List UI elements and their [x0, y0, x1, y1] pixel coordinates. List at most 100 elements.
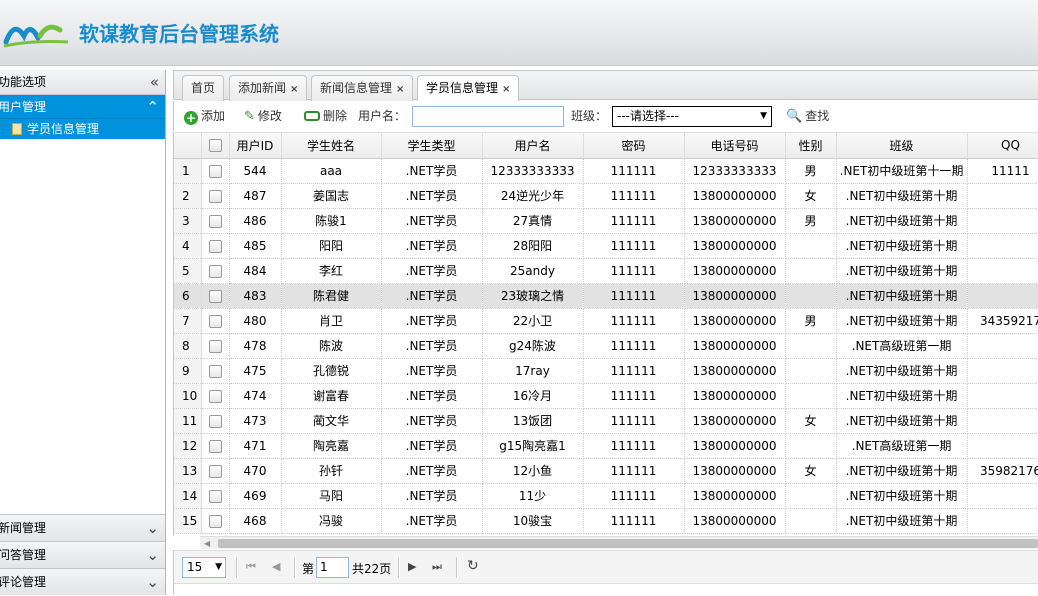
column-header[interactable]: 用户名 [482, 133, 584, 159]
close-icon[interactable]: × [502, 84, 510, 95]
username-input[interactable] [412, 106, 564, 127]
column-header[interactable]: 用户ID [229, 133, 282, 159]
column-header[interactable]: 班级 [836, 133, 968, 159]
row-checkbox[interactable] [208, 439, 222, 453]
page-number-input[interactable]: 1 [316, 557, 349, 578]
column-header[interactable]: 学生类型 [381, 133, 483, 159]
table-row[interactable]: 14 469 马阳 .NET学员 11少 111111 13800000000 .NET初中级… [174, 483, 1038, 509]
table-row[interactable]: 10 474 谢富春 .NET学员 16冷月 111111 13800000000 .NET初… [174, 383, 1038, 409]
table-row[interactable]: 4 485 阳阳 .NET学员 28阳阳 111111 13800000000 .NET初中级… [174, 233, 1038, 259]
delete-button[interactable]: 删除 [304, 107, 347, 125]
table-row[interactable]: 12 471 陶亮嘉 .NET学员 g15陶亮嘉1 111111 13800000000 .N… [174, 433, 1038, 459]
row-select-cell[interactable] [201, 508, 230, 534]
row-checkbox[interactable] [208, 314, 222, 328]
row-select-cell[interactable] [201, 208, 230, 234]
row-checkbox[interactable] [208, 239, 222, 253]
first-page-icon[interactable]: ⏮ [246, 560, 256, 574]
table-cell: 13800000000 [684, 208, 786, 234]
expand-down-icon[interactable]: ⌄ [146, 542, 159, 569]
table-row[interactable]: 9 475 孔德锐 .NET学员 17ray 111111 13800000000 .NET初… [174, 358, 1038, 384]
table-cell: 111111 [583, 383, 685, 409]
tab-home[interactable]: 首页 [182, 75, 225, 101]
table-cell: .NET初中级班第十一期 [836, 158, 968, 184]
row-checkbox[interactable] [208, 414, 222, 428]
table-row[interactable]: 6 483 陈君健 .NET学员 23玻璃之情 111111 13800000000 .NET… [174, 283, 1038, 309]
prev-page-icon[interactable]: ◀ [272, 560, 280, 573]
table-row[interactable]: 13 470 孙钎 .NET学员 12小鱼 111111 13800000000 女 .NET初… [174, 458, 1038, 484]
refresh-icon[interactable]: ↻ [467, 558, 479, 574]
close-icon[interactable]: × [290, 84, 298, 95]
tab-add-news[interactable]: 添加新闻 × [229, 75, 308, 101]
footer-strip [173, 583, 1038, 595]
table-row[interactable]: 5 484 李红 .NET学员 25andy 111111 13800000000 .NET初… [174, 258, 1038, 284]
table-row[interactable]: 15 468 冯骏 .NET学员 10骏宝 111111 13800000000 .NET初中… [174, 508, 1038, 534]
row-number: 1 [174, 158, 202, 184]
row-checkbox[interactable] [208, 164, 222, 178]
sidebar-group-qa[interactable]: 问答管理 ⌄ [0, 541, 165, 568]
row-select-cell[interactable] [201, 433, 230, 459]
column-header[interactable]: 电话号码 [684, 133, 786, 159]
close-icon[interactable]: × [396, 84, 404, 95]
table-row[interactable]: 7 480 肖卫 .NET学员 22小卫 111111 13800000000 男 .NET初中… [174, 308, 1038, 334]
last-page-icon[interactable]: ⏭ [432, 560, 442, 574]
row-select-cell[interactable] [201, 283, 230, 309]
sidebar-header: 功能选项 « [0, 70, 165, 95]
add-button[interactable]: + 添加 [184, 107, 225, 125]
scroll-left-icon[interactable]: ◀ [204, 537, 210, 550]
select-all-header[interactable] [201, 133, 230, 159]
sidebar-group-user[interactable]: 用户管理 ⌃ [0, 95, 165, 119]
expand-down-icon[interactable]: ⌄ [146, 569, 159, 596]
row-select-cell[interactable] [201, 183, 230, 209]
search-button[interactable]: 🔍 查找 [786, 107, 829, 125]
tab-news-management[interactable]: 新闻信息管理 × [311, 75, 414, 101]
row-select-cell[interactable] [201, 158, 230, 184]
row-checkbox[interactable] [208, 464, 222, 478]
column-header[interactable]: 性别 [785, 133, 837, 159]
column-header[interactable]: 密码 [583, 133, 685, 159]
row-select-cell[interactable] [201, 408, 230, 434]
column-header[interactable]: 学生姓名 [281, 133, 382, 159]
row-checkbox[interactable] [208, 389, 222, 403]
table-cell: 13800000000 [684, 433, 786, 459]
table-row[interactable]: 8 478 陈波 .NET学员 g24陈波 111111 13800000000 .NET高级… [174, 333, 1038, 359]
table-row[interactable]: 1 544 aaa .NET学员 12333333333 111111 1233333333… [174, 158, 1038, 184]
collapse-up-icon[interactable]: ⌃ [146, 95, 159, 119]
row-select-cell[interactable] [201, 458, 230, 484]
next-page-icon[interactable]: ▶ [408, 560, 416, 573]
row-select-cell[interactable] [201, 308, 230, 334]
sidebar-group-news[interactable]: 新闻管理 ⌄ [0, 514, 165, 541]
scrollbar-thumb[interactable] [218, 539, 1038, 548]
horizontal-scrollbar[interactable]: ◀ [200, 536, 1038, 549]
table-row[interactable]: 11 473 蔺文华 .NET学员 13饭团 111111 13800000000 女 .NET… [174, 408, 1038, 434]
table-cell: .NET初中级班第十期 [836, 258, 968, 284]
row-checkbox[interactable] [208, 364, 222, 378]
column-header[interactable]: QQ [967, 133, 1038, 159]
row-checkbox[interactable] [208, 489, 222, 503]
collapse-left-icon[interactable]: « [150, 70, 159, 95]
table-row[interactable]: 2 487 姜国志 .NET学员 24逆光少年 111111 13800000000 女 .NE… [174, 183, 1038, 209]
table-cell: 11111 [967, 158, 1038, 184]
row-checkbox[interactable] [208, 189, 222, 203]
row-select-cell[interactable] [201, 483, 230, 509]
table-cell [967, 333, 1038, 359]
class-select[interactable]: ---请选择--- ▼ [612, 106, 772, 127]
tab-student-management[interactable]: 学员信息管理 × [417, 75, 520, 102]
sidebar-item-student-info[interactable]: 学员信息管理 [0, 119, 165, 139]
edit-button[interactable]: ✎ 修改 [244, 107, 282, 125]
row-select-cell[interactable] [201, 333, 230, 359]
row-select-cell[interactable] [201, 358, 230, 384]
row-checkbox[interactable] [208, 339, 222, 353]
select-all-checkbox[interactable] [208, 139, 222, 153]
page-size-select[interactable]: 15 ▼ [182, 557, 226, 578]
row-checkbox[interactable] [208, 264, 222, 278]
row-checkbox[interactable] [208, 289, 222, 303]
sidebar-group-comments[interactable]: 评论管理 ⌄ [0, 568, 165, 595]
table-cell: 孙钎 [281, 458, 382, 484]
row-select-cell[interactable] [201, 233, 230, 259]
row-checkbox[interactable] [208, 214, 222, 228]
expand-down-icon[interactable]: ⌄ [146, 515, 159, 542]
table-row[interactable]: 3 486 陈骏1 .NET学员 27真情 111111 13800000000 男 .NET初… [174, 208, 1038, 234]
row-select-cell[interactable] [201, 383, 230, 409]
row-checkbox[interactable] [208, 514, 222, 528]
row-select-cell[interactable] [201, 258, 230, 284]
